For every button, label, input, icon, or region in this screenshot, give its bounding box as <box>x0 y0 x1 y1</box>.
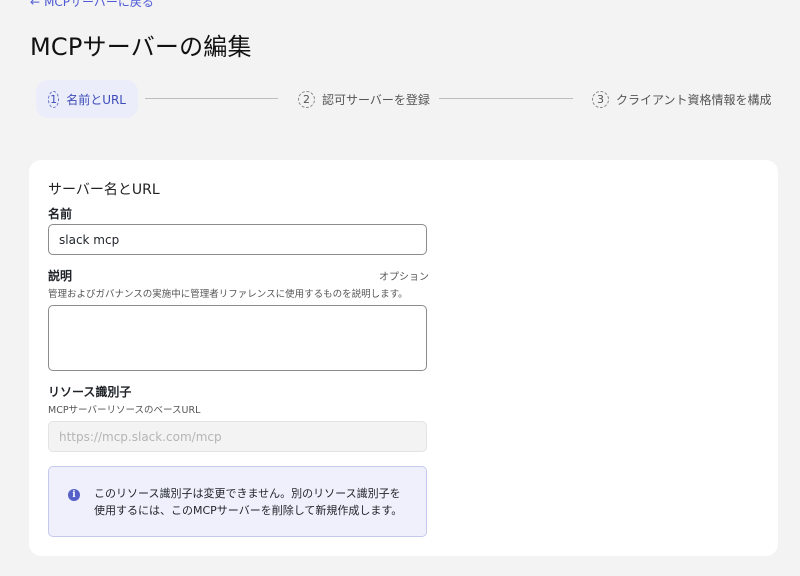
back-link-label: MCPサーバーに戻る <box>44 0 154 9</box>
form-card: サーバー名とURL 名前 説明 オプション 管理およびガバナンスの実施中に管理者… <box>29 160 778 556</box>
step-connector <box>439 98 573 99</box>
step-connector <box>145 98 278 99</box>
step-3-label: クライアント資格情報を構成 <box>616 92 772 107</box>
description-help: 管理およびガバナンスの実施中に管理者リファレンスに使用するものを説明します。 <box>48 289 408 300</box>
back-link[interactable]: ← MCPサーバーに戻る <box>30 0 154 10</box>
step-1-label: 名前とURL <box>66 92 126 107</box>
arrow-left-icon: ← <box>30 0 41 9</box>
info-alert: i このリソース識別子は変更できません。別のリソース識別子を 使用するには、この… <box>48 466 427 537</box>
resource-id-label: リソース識別子 <box>48 385 132 399</box>
info-line-2: 使用するには、このMCPサーバーを削除して新規作成します。 <box>94 504 403 517</box>
step-3-number: 3 <box>592 90 609 108</box>
name-input[interactable] <box>48 224 427 255</box>
info-text: このリソース識別子は変更できません。別のリソース識別子を 使用するには、このMC… <box>94 485 412 519</box>
step-name-url[interactable]: 1 名前とURL <box>36 80 138 118</box>
section-title: サーバー名とURL <box>48 182 160 198</box>
name-label: 名前 <box>48 207 73 221</box>
stepper: 1 名前とURL 2 認可サーバーを登録 3 クライアント資格情報を構成 <box>36 80 776 118</box>
step-2-number: 2 <box>298 90 315 108</box>
step-client-credentials[interactable]: 3 クライアント資格情報を構成 <box>592 80 772 118</box>
page-title: MCPサーバーの編集 <box>30 33 252 61</box>
step-register-auth-server[interactable]: 2 認可サーバーを登録 <box>298 80 430 118</box>
resource-id-help: MCPサーバーリソースのベースURL <box>48 405 201 416</box>
step-1-number: 1 <box>48 90 60 108</box>
optional-badge: オプション <box>379 272 429 283</box>
info-icon: i <box>68 489 80 501</box>
description-textarea[interactable] <box>48 305 427 371</box>
step-2-label: 認可サーバーを登録 <box>322 92 430 107</box>
description-label: 説明 <box>48 269 73 283</box>
info-line-1: このリソース識別子は変更できません。別のリソース識別子を <box>94 487 401 500</box>
resource-id-input[interactable] <box>48 421 427 452</box>
